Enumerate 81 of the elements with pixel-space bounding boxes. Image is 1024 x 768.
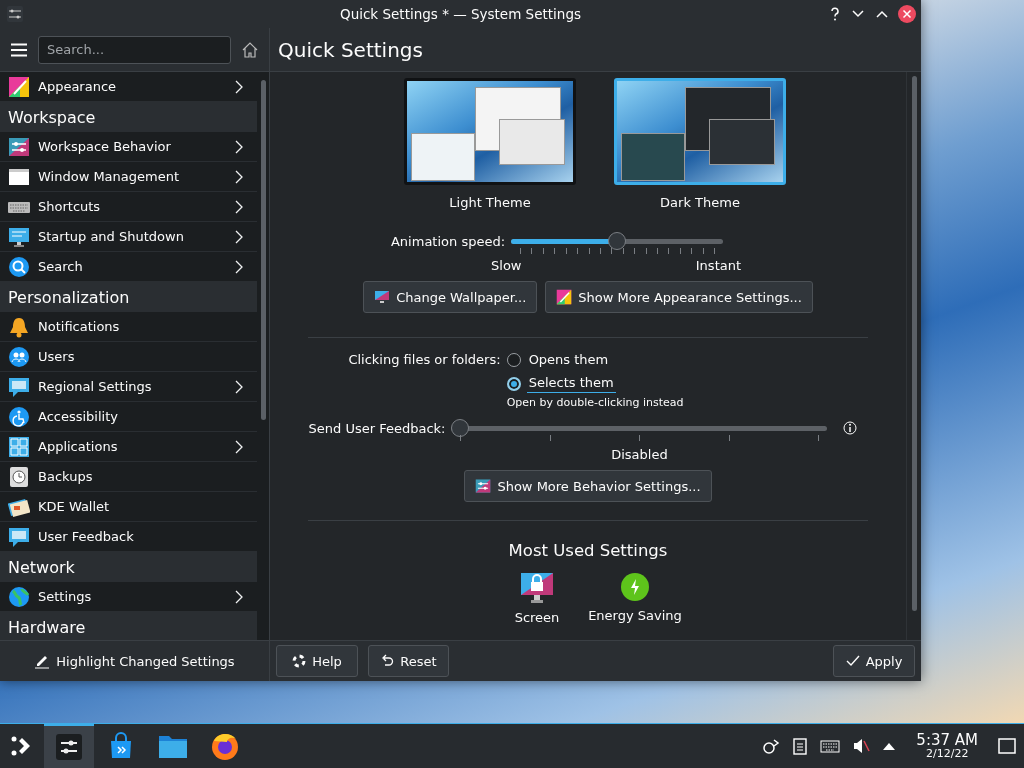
radio-label[interactable]: Opens them: [526, 351, 611, 369]
sliders-icon: [8, 135, 30, 158]
scrollbar-thumb[interactable]: [911, 76, 917, 611]
speaker-muted-icon[interactable]: [852, 737, 871, 755]
grid-icon: [8, 435, 30, 458]
info-icon[interactable]: [843, 421, 858, 435]
reset-button[interactable]: Reset: [368, 645, 449, 677]
palette-icon: [556, 289, 573, 305]
chat-bubble-icon: [8, 375, 30, 398]
task-button[interactable]: [44, 724, 94, 768]
slider-value-label: Disabled: [611, 447, 668, 462]
hint-text: Open by double-clicking instead: [506, 396, 684, 409]
change-wallpaper-button[interactable]: Change Wallpaper...: [363, 281, 538, 313]
menu-icon[interactable]: [10, 42, 28, 57]
field-label: Clicking files or folders:: [348, 351, 501, 369]
appearance-settings-button[interactable]: Show More Appearance Settings...: [545, 281, 813, 313]
window-title: Quick Settings * — System Settings: [340, 6, 581, 22]
sidebar-item[interactable]: Regional Settings: [0, 372, 257, 402]
chat-bubble-icon: [8, 525, 30, 548]
clock-date[interactable]: 2/12/22: [925, 748, 969, 761]
slider-max-label: Instant: [695, 258, 742, 273]
settings-shortcut[interactable]: Energy Saving: [587, 572, 683, 625]
settings-shortcut[interactable]: Screen: [489, 572, 585, 625]
browser-icon: [210, 731, 240, 761]
sliders-icon: [475, 478, 492, 494]
sidebar-item[interactable]: Backups: [0, 462, 257, 492]
theme-label: Dark Theme: [660, 195, 740, 210]
category-header: Hardware: [0, 612, 257, 640]
globe-icon: [8, 585, 30, 608]
radio-button[interactable]: [506, 377, 521, 391]
palette-icon: [8, 75, 30, 98]
sliders-icon: [6, 5, 24, 23]
clipboard-icon[interactable]: [792, 737, 809, 755]
theme-preview[interactable]: [614, 78, 786, 185]
undo-icon: [380, 654, 395, 668]
category-header: Workspace: [0, 102, 257, 132]
sliders-icon: [55, 733, 83, 761]
sidebar-item[interactable]: Notifications: [0, 312, 257, 342]
theme-label: Light Theme: [449, 195, 531, 210]
category-header: Personalization: [0, 282, 257, 312]
search-field[interactable]: Search...: [38, 35, 231, 64]
caret-up-icon[interactable]: [882, 741, 897, 751]
radio-button[interactable]: [506, 353, 521, 367]
radio-label[interactable]: Selects them: [526, 375, 616, 393]
field-label: Animation speed:: [390, 233, 506, 249]
monitor-icon: [8, 225, 30, 248]
sidebar-item[interactable]: Accessibility: [0, 402, 257, 432]
clock-time[interactable]: 5:37 AM: [916, 731, 978, 749]
search-icon: [8, 255, 30, 278]
sidebar-item[interactable]: KDE Wallet: [0, 492, 257, 522]
sidebar-item[interactable]: Startup and Shutdown: [0, 222, 257, 252]
scrollbar-thumb[interactable]: [260, 80, 266, 420]
accessibility-icon: [8, 405, 30, 428]
close-icon[interactable]: [897, 4, 917, 24]
category-header: Network: [0, 552, 257, 582]
theme-preview[interactable]: [404, 78, 576, 185]
sidebar-item[interactable]: Workspace Behavior: [0, 132, 257, 162]
monitor-lock-icon: [520, 572, 554, 604]
sidebar-item[interactable]: Users: [0, 342, 257, 372]
section-heading: Most Used Settings: [508, 541, 668, 560]
clock-icon: [8, 465, 30, 488]
behavior-settings-button[interactable]: Show More Behavior Settings...: [464, 470, 712, 502]
lightning-bolt-icon: [620, 572, 650, 602]
field-label: Send User Feedback:: [308, 420, 446, 436]
sidebar-item[interactable]: Window Management: [0, 162, 257, 192]
keyboard-icon[interactable]: [820, 739, 841, 753]
slider-min-label: Slow: [491, 258, 522, 273]
checkmark-icon: [845, 654, 860, 668]
help-button[interactable]: Help: [276, 645, 358, 677]
apply-button[interactable]: Apply: [833, 645, 915, 677]
show-desktop-icon[interactable]: [998, 738, 1016, 754]
sidebar-item[interactable]: Applications: [0, 432, 257, 462]
monitor-icon: [374, 289, 391, 305]
folder-icon: [158, 733, 188, 759]
home-icon[interactable]: [241, 40, 259, 59]
users-icon: [8, 345, 30, 368]
slider-thumb[interactable]: [451, 419, 470, 437]
pen-icon: [34, 653, 51, 669]
page-title: Quick Settings: [278, 37, 423, 62]
sidebar-item[interactable]: Shortcuts: [0, 192, 257, 222]
bell-icon: [8, 315, 30, 338]
